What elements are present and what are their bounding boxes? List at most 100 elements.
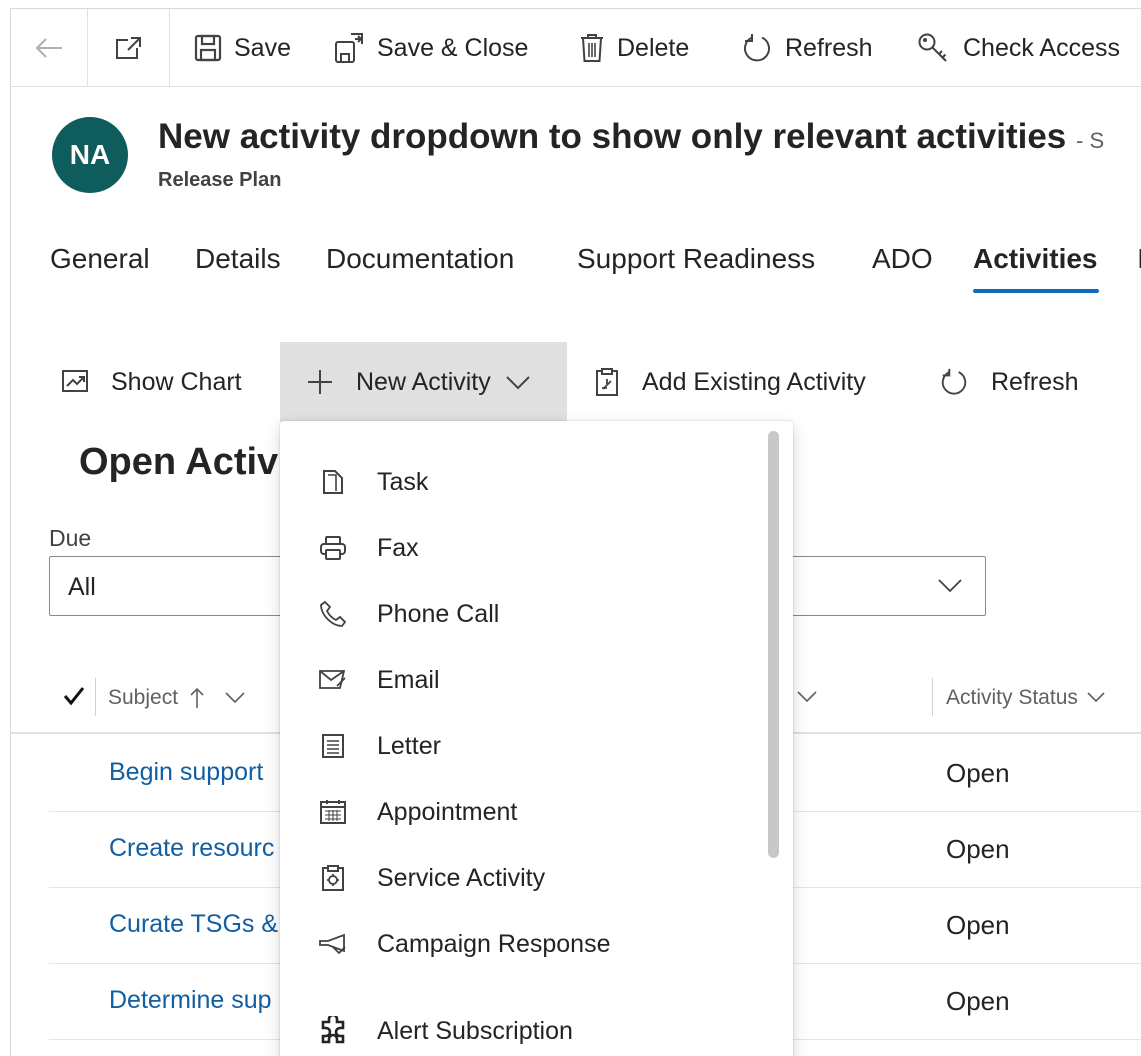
save-label: Save — [234, 33, 291, 62]
check-access-button[interactable]: Check Access — [917, 9, 1120, 87]
chart-icon — [62, 370, 88, 392]
key-icon — [918, 33, 947, 62]
back-arrow-icon — [35, 38, 62, 58]
tab-details[interactable]: Details — [195, 243, 281, 275]
avatar-initials: NA — [69, 139, 111, 170]
subgrid-refresh-label: Refresh — [991, 367, 1079, 396]
avatar: NA — [52, 117, 128, 193]
record-title-suffix: - S — [1076, 128, 1105, 153]
menu-scrollbar-thumb[interactable] — [768, 431, 779, 858]
save-icon — [194, 34, 222, 62]
select-all-checkmark-icon[interactable] — [63, 686, 85, 706]
save-close-label: Save & Close — [377, 33, 529, 62]
due-filter-label: Due — [49, 525, 92, 551]
menu-item-label: Email — [377, 665, 440, 694]
record-title: New activity dropdown to show only relev… — [158, 117, 1104, 157]
service-activity-icon — [318, 863, 348, 893]
refresh-label: Refresh — [785, 33, 873, 62]
menu-item-label: Service Activity — [377, 863, 546, 892]
calendar-icon — [318, 797, 348, 827]
menu-item-email[interactable]: Email — [280, 647, 766, 713]
check-access-label: Check Access — [963, 33, 1121, 62]
row-status: Open — [946, 986, 1010, 1016]
refresh-icon — [941, 368, 967, 395]
row-status: Open — [946, 758, 1010, 788]
menu-item-label: Fax — [377, 533, 419, 562]
column-header-status-label: Activity Status — [946, 686, 1078, 709]
menu-item-label: Letter — [377, 731, 441, 760]
menu-item-letter[interactable]: Letter — [280, 713, 766, 779]
column-separator — [95, 678, 96, 716]
refresh-icon — [744, 34, 770, 62]
refresh-button[interactable]: Refresh — [741, 9, 873, 87]
save-button[interactable]: Save — [194, 9, 291, 87]
menu-item-label: Alert Subscription — [377, 1016, 573, 1045]
menu-item-alert-subscription[interactable]: Alert Subscription — [280, 998, 766, 1056]
save-close-icon — [335, 33, 363, 63]
puzzle-icon — [318, 1016, 348, 1046]
popout-icon — [115, 37, 141, 59]
menu-item-label: Phone Call — [377, 599, 500, 628]
open-new-window-button[interactable] — [88, 9, 170, 87]
campaign-response-icon — [318, 929, 348, 959]
row-status: Open — [946, 834, 1010, 864]
tab-ado[interactable]: ADO — [872, 243, 933, 275]
row-status: Open — [946, 910, 1010, 940]
menu-item-phone-call[interactable]: Phone Call — [280, 581, 766, 647]
subgrid-refresh-button[interactable]: Refresh — [939, 342, 1079, 422]
section-title: Open Activ — [79, 441, 279, 483]
letter-icon — [318, 731, 348, 761]
sort-ascending-icon — [190, 687, 204, 708]
delete-label: Delete — [617, 33, 690, 62]
chevron-down-icon — [1087, 692, 1105, 703]
new-activity-menu: Task Fax Phone Call Email Letter Appoint… — [280, 421, 793, 1056]
record-title-text: New activity dropdown to show only relev… — [158, 117, 1067, 156]
active-tab-indicator — [973, 289, 1099, 293]
menu-item-appointment[interactable]: Appointment — [280, 779, 766, 845]
chevron-down-icon[interactable] — [796, 690, 818, 704]
back-button[interactable] — [11, 9, 88, 87]
due-filter-value: All — [68, 573, 96, 601]
add-existing-activity-button[interactable]: Add Existing Activity — [594, 342, 866, 422]
trash-icon — [581, 34, 603, 62]
tab-general[interactable]: General — [50, 243, 150, 275]
phone-icon — [318, 599, 348, 629]
menu-item-task[interactable]: Task — [280, 449, 766, 515]
row-subject-link[interactable]: Begin support — [109, 758, 263, 787]
column-header-subject-label: Subject — [108, 686, 179, 709]
menu-item-label: Appointment — [377, 797, 518, 826]
row-subject-link[interactable]: Create resourc — [109, 834, 274, 863]
fax-icon — [318, 533, 348, 563]
show-chart-label: Show Chart — [111, 367, 242, 396]
column-header-subject[interactable]: Subject — [108, 686, 246, 710]
command-bar: Save Save & Close Delete Refresh Check A… — [11, 9, 1141, 87]
chevron-down-icon — [506, 376, 530, 390]
tab-activities[interactable]: Activities — [973, 243, 1098, 275]
clipboard-add-icon — [596, 368, 618, 396]
new-activity-label: New Activity — [356, 367, 491, 396]
chevron-down-icon — [938, 579, 962, 593]
show-chart-button[interactable]: Show Chart — [61, 342, 242, 422]
email-icon — [318, 665, 348, 695]
tab-support-readiness[interactable]: Support Readiness — [577, 243, 815, 275]
new-activity-button[interactable]: New Activity — [280, 342, 567, 422]
menu-item-campaign-response[interactable]: Campaign Response — [280, 911, 766, 977]
menu-item-service-activity[interactable]: Service Activity — [280, 845, 766, 911]
app-frame: Save Save & Close Delete Refresh Check A… — [10, 8, 1141, 1056]
row-subject-link[interactable]: Determine sup — [109, 986, 272, 1015]
plus-icon — [308, 370, 332, 394]
menu-item-label: Campaign Response — [377, 929, 611, 958]
tab-documentation[interactable]: Documentation — [326, 243, 514, 275]
task-icon — [318, 467, 348, 497]
column-separator — [932, 678, 933, 716]
add-existing-label: Add Existing Activity — [642, 367, 866, 396]
chevron-down-icon — [225, 692, 245, 704]
column-header-activity-status[interactable]: Activity Status — [946, 686, 1106, 710]
menu-item-fax[interactable]: Fax — [280, 515, 766, 581]
save-close-button[interactable]: Save & Close — [333, 9, 528, 87]
entity-name: Release Plan — [158, 169, 282, 191]
tab-more[interactable]: I — [1137, 243, 1141, 275]
delete-button[interactable]: Delete — [579, 9, 689, 87]
row-subject-link[interactable]: Curate TSGs & — [109, 910, 278, 939]
menu-item-label: Task — [377, 467, 429, 496]
